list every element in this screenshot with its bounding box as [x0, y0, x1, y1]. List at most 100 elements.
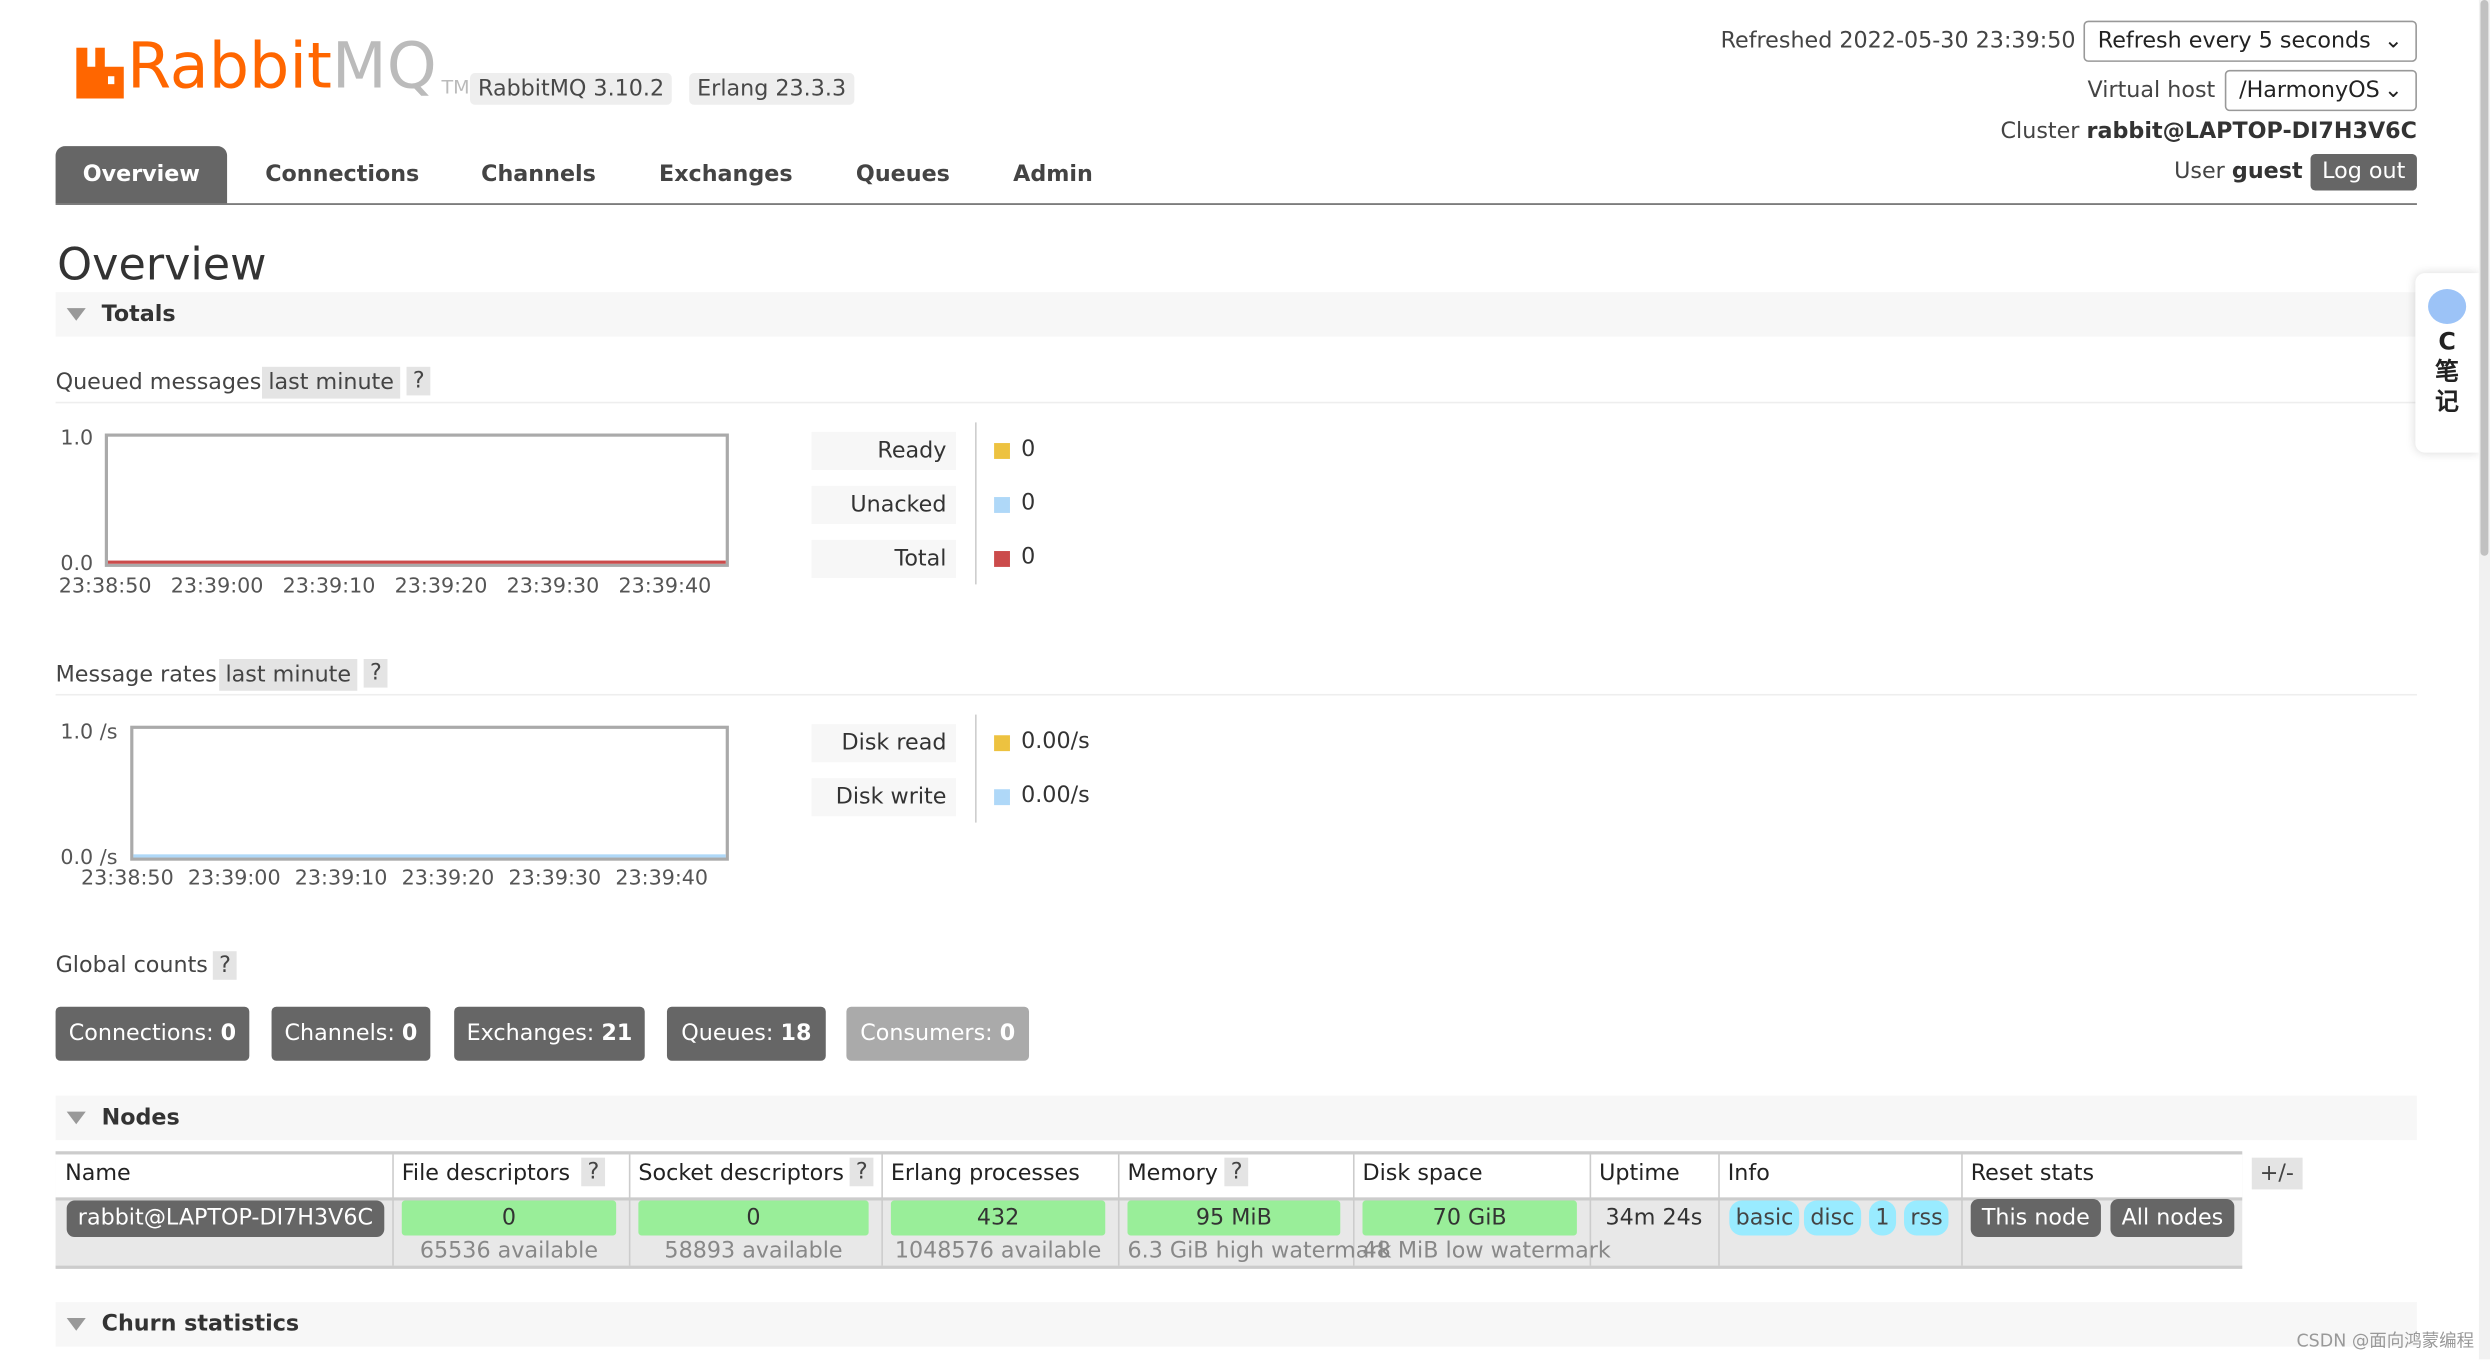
count-value: 0: [999, 1021, 1016, 1047]
disk-write-series-line: [133, 854, 726, 858]
queued-help-button[interactable]: ?: [406, 366, 432, 396]
side-note-widget[interactable]: C 笔 记: [2415, 273, 2479, 453]
count-value: 21: [601, 1021, 633, 1047]
reset-this-node-button[interactable]: This node: [1970, 1198, 2101, 1238]
exchanges-count-button[interactable]: Exchanges: 21: [454, 1006, 645, 1061]
vhost-select-value: /HarmonyOS: [2239, 77, 2380, 104]
column-header[interactable]: Memory: [1127, 1161, 1217, 1186]
column-help-button[interactable]: ?: [849, 1157, 875, 1187]
rates-range-button[interactable]: last minute: [219, 659, 358, 691]
column-divider: [1718, 1154, 1720, 1266]
x-tick: 23:39:30: [508, 867, 602, 891]
column-header[interactable]: File descriptors: [402, 1161, 570, 1186]
fd-bar: 0: [401, 1200, 617, 1236]
count-label: Exchanges:: [466, 1021, 595, 1047]
columns-toggle-button[interactable]: +/-: [2251, 1157, 2302, 1190]
tab-connections[interactable]: Connections: [265, 162, 419, 187]
section-churn-header[interactable]: Churn statistics: [55, 1302, 2417, 1347]
legend-value: 0: [1021, 490, 1036, 517]
queues-count-button[interactable]: Queues: 18: [666, 1006, 826, 1061]
column-header[interactable]: Uptime: [1599, 1161, 1680, 1186]
ep-subtext: 1048576 available: [894, 1238, 1102, 1265]
page-title: Overview: [57, 238, 267, 291]
node-name-link[interactable]: rabbit@LAPTOP-DI7H3V6C: [66, 1200, 385, 1238]
rates-help-button[interactable]: ?: [363, 659, 389, 688]
x-tick: 23:38:50: [58, 574, 152, 599]
legend-value: 0.00/s: [1021, 728, 1090, 755]
x-tick: 23:39:00: [187, 867, 281, 891]
x-tick: 23:39:10: [282, 574, 376, 599]
watermark: CSDN @面向鸿蒙编程: [2296, 1330, 2475, 1352]
mem-bar: 95 MiB: [1127, 1200, 1341, 1236]
info-badge[interactable]: 1: [1869, 1200, 1896, 1236]
tab-admin[interactable]: Admin: [1013, 162, 1093, 187]
column-help-button[interactable]: ?: [581, 1157, 606, 1187]
rabbit-logo-icon: [76, 47, 124, 99]
count-value: 0: [401, 1021, 418, 1047]
message-rates-label: Message rates: [55, 662, 217, 688]
legend-swatch: [994, 443, 1010, 459]
logo-tm: TM: [441, 76, 470, 99]
ep-bar: 432: [890, 1200, 1106, 1236]
info-badge[interactable]: disc: [1803, 1200, 1861, 1236]
cluster-info: Cluster rabbit@LAPTOP-DI7H3V6C: [2001, 119, 2417, 144]
queued-range-button[interactable]: last minute: [262, 366, 401, 399]
scrollbar[interactable]: [2478, 0, 2490, 1360]
legend-divider: [975, 714, 977, 823]
column-divider: [392, 1154, 394, 1266]
column-header[interactable]: Reset stats: [1971, 1161, 2094, 1186]
collapse-triangle-icon: [66, 1111, 86, 1125]
refresh-interval-select[interactable]: Refresh every 5 seconds ⌄: [2083, 20, 2417, 62]
channels-count-button[interactable]: Channels: 0: [271, 1006, 431, 1061]
column-header[interactable]: Info: [1728, 1161, 1770, 1186]
divider: [55, 693, 2417, 696]
column-header[interactable]: Name: [65, 1161, 131, 1186]
column-header[interactable]: Erlang processes: [891, 1161, 1080, 1186]
logo-text: RabbitMQ: [127, 30, 437, 104]
column-header[interactable]: Socket descriptors: [638, 1161, 844, 1186]
legend-value: 0.00/s: [1021, 782, 1090, 809]
section-title: Totals: [101, 301, 176, 328]
message-rates-chart: [130, 725, 729, 861]
connections-count-button[interactable]: Connections: 0: [55, 1006, 250, 1061]
legend-divider: [975, 422, 977, 585]
collapse-triangle-icon: [66, 308, 86, 321]
count-value: 0: [220, 1021, 237, 1047]
column-divider: [1961, 1154, 1963, 1266]
count-label: Connections:: [68, 1021, 214, 1047]
tab-exchanges[interactable]: Exchanges: [659, 162, 793, 187]
column-divider: [1117, 1154, 1120, 1266]
x-tick: 23:39:20: [401, 867, 495, 891]
tab-channels[interactable]: Channels: [481, 162, 596, 187]
consumers-count-button[interactable]: Consumers: 0: [846, 1006, 1030, 1061]
column-header[interactable]: Disk space: [1363, 1161, 1483, 1186]
logout-button[interactable]: Log out: [2310, 154, 2417, 191]
column-help-button[interactable]: ?: [1224, 1157, 1249, 1187]
global-counts-help-button[interactable]: ?: [212, 951, 238, 980]
legend-label: Ready: [811, 431, 956, 471]
count-label: Queues:: [681, 1021, 774, 1047]
info-badge[interactable]: rss: [1904, 1200, 1950, 1236]
refresh-select-value: Refresh every 5 seconds: [2097, 28, 2371, 54]
chevron-down-icon: ⌄: [2384, 77, 2403, 104]
legend-value: 0: [1021, 436, 1036, 463]
side-widget-text: C 笔 记: [2435, 327, 2460, 417]
legend-label: Disk read: [811, 724, 956, 763]
legend-swatch: [994, 497, 1010, 513]
scrollbar-thumb[interactable]: [2480, 0, 2489, 556]
tab-overview[interactable]: Overview: [55, 146, 228, 204]
legend-swatch: [994, 789, 1010, 806]
section-totals-header[interactable]: Totals: [55, 292, 2417, 337]
x-tick: 23:39:40: [618, 574, 712, 599]
disk-subtext: 48 MiB low watermark: [1362, 1238, 1611, 1265]
rabbitmq-version: RabbitMQ 3.10.2: [470, 73, 673, 105]
x-tick: 23:39:20: [394, 574, 488, 599]
reset-all-nodes-button[interactable]: All nodes: [2110, 1198, 2235, 1238]
vhost-select[interactable]: /HarmonyOS ⌄: [2224, 69, 2417, 112]
tab-queues[interactable]: Queues: [856, 162, 950, 187]
info-badge[interactable]: basic: [1729, 1200, 1800, 1236]
rabbitmq-logo[interactable]: RabbitMQ TM: [76, 30, 470, 104]
tabs-divider: [55, 203, 2417, 205]
section-nodes-header[interactable]: Nodes: [55, 1095, 2417, 1141]
collapse-triangle-icon: [66, 1318, 86, 1331]
